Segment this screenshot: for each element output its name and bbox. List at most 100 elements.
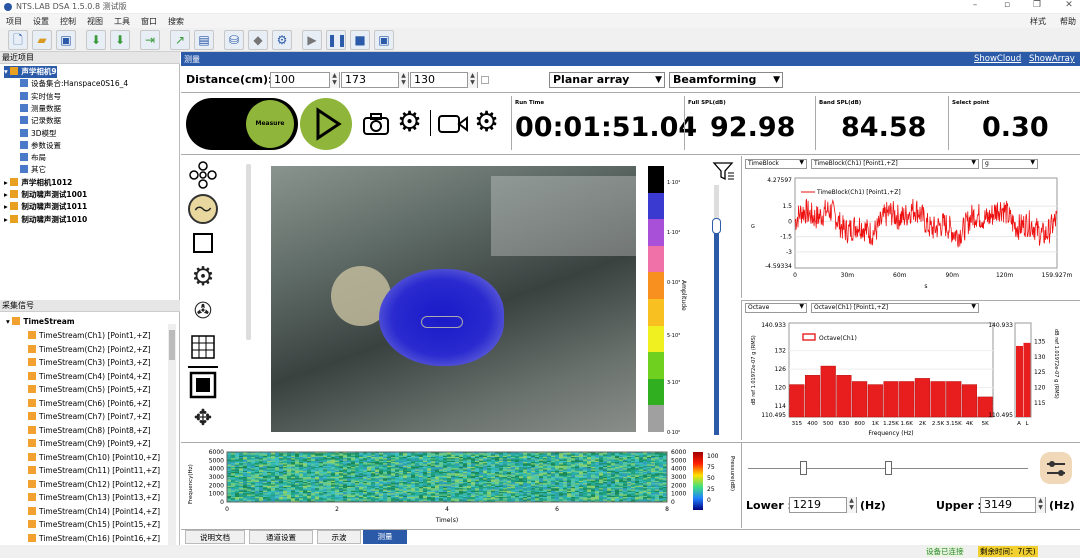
new-file-icon[interactable]: 🗋 (8, 30, 28, 50)
octave-type-select[interactable]: Octave ▼ (745, 303, 807, 313)
signal-list-item[interactable]: TimeStream(Ch16) [Point16,+Z] (28, 533, 160, 545)
signal-list-item[interactable]: TimeStream(Ch10) [Point10,+Z] (28, 452, 160, 464)
project-tree-child[interactable]: 实时信号 (20, 91, 61, 103)
timeblock-channel-select[interactable]: TimeBlock(Ch1) [Point1,+Z] ▼ (811, 159, 979, 169)
spectrogram-chart[interactable]: Frequency(Hz)6000 60005000 50004000 4000300… (183, 446, 739, 528)
show-array-link[interactable]: ShowArray (1029, 54, 1075, 64)
signal-list-item[interactable]: TimeStream(Ch4) [Point4,+Z] (28, 371, 151, 383)
camera-view[interactable] (271, 166, 636, 432)
project-tree-child[interactable]: 3D模型 (20, 128, 57, 140)
band-upper-handle[interactable] (885, 461, 892, 475)
signal-list-item[interactable]: TimeStream(Ch14) [Point14,+Z] (28, 506, 160, 518)
show-cloud-link[interactable]: ShowCloud (974, 54, 1021, 64)
distance-x-spinner[interactable]: ▲ ▼ (329, 72, 339, 88)
minimize-icon[interactable]: – (968, 0, 982, 12)
open-folder-icon[interactable]: ▰ (32, 30, 52, 50)
signal-list-item[interactable]: TimeStream(Ch8) [Point8,+Z] (28, 425, 151, 437)
menu-view[interactable]: 视图 (87, 16, 103, 27)
start-button[interactable] (300, 98, 352, 150)
signal-root[interactable]: ▾ TimeStream (6, 316, 75, 328)
signal-list-item[interactable]: TimeStream(Ch15) [Point15,+Z] (28, 519, 160, 531)
rectangle-select-icon[interactable] (188, 228, 218, 258)
project-tree-child[interactable]: 测量数据 (20, 103, 61, 115)
restore-icon[interactable]: ❐ (1030, 0, 1044, 12)
threshold-slider-thumb[interactable] (712, 218, 721, 234)
photo-settings-gear-icon[interactable]: ⚙ (397, 107, 422, 137)
export-icon[interactable]: ⬇ (110, 30, 130, 50)
project-tree-node[interactable]: ▸ 制动啸声测试1001 (4, 189, 87, 201)
algorithm-select[interactable]: Beamforming ▼ (669, 72, 783, 88)
array-type-select[interactable]: Planar array ▼ (549, 72, 665, 88)
view-settings-gear-icon[interactable]: ⚙ (188, 262, 218, 292)
measure-toggle[interactable]: Measure (186, 98, 298, 150)
move-icon[interactable]: ✥ (188, 404, 218, 434)
record-save-icon[interactable]: ▣ (374, 30, 394, 50)
save-icon[interactable]: ▣ (56, 30, 76, 50)
signal-list-item[interactable]: TimeStream(Ch12) [Point12,+Z] (28, 479, 160, 491)
lower-freq-spinner[interactable]: ▲ ▼ (846, 497, 856, 513)
menu-help[interactable]: 帮助 (1060, 16, 1076, 27)
waveform-icon[interactable]: 〜 (188, 194, 218, 224)
signal-list-item[interactable]: TimeStream(Ch1) [Point1,+Z] (28, 330, 151, 342)
menu-settings[interactable]: 设置 (33, 16, 49, 27)
camera-icon[interactable] (362, 110, 390, 144)
fit-view-icon[interactable] (188, 370, 218, 400)
tool-scrollbar[interactable] (246, 164, 251, 340)
exit-icon[interactable]: ⇥ (140, 30, 160, 50)
timeblock-chart[interactable]: 4.27597-4.593341.50-1.5-30 30m 60m 90m 120m 1… (745, 172, 1080, 296)
play-icon[interactable]: ▶ (302, 30, 322, 50)
chart-icon[interactable]: ↗ (170, 30, 190, 50)
tab-measure[interactable]: 测量 (363, 530, 407, 544)
band-settings-icon[interactable] (1040, 452, 1072, 484)
octave-chart[interactable]: 140.933110.495132126120114315 400 500 630 80… (745, 315, 1080, 440)
stop-icon[interactable]: ■ (350, 30, 370, 50)
eraser-icon[interactable]: ◆ (248, 30, 268, 50)
project-tree-child[interactable]: 其它 (20, 164, 46, 176)
octave-channel-select[interactable]: Octave(Ch1) [Point1,+Z] ▼ (811, 303, 979, 313)
signal-list-item[interactable]: TimeStream(Ch2) [Point2,+Z] (28, 344, 151, 356)
menu-project[interactable]: 项目 (6, 16, 22, 27)
project-tree-child[interactable]: 记录数据 (20, 115, 61, 127)
signal-list-item[interactable]: TimeStream(Ch11) [Point11,+Z] (28, 465, 160, 477)
scrollbar-thumb[interactable] (169, 330, 175, 360)
project-tree-node[interactable]: ▸ 制动啸声测试1011 (4, 201, 87, 213)
filter-icon[interactable] (712, 160, 736, 184)
fan-icon[interactable]: ✇ (188, 297, 218, 327)
maximize-icon[interactable]: ▫ (1000, 0, 1014, 12)
timeblock-unit-select[interactable]: g ▼ (982, 159, 1038, 169)
microphone-array-icon[interactable] (188, 160, 218, 190)
menu-control[interactable]: 控制 (60, 16, 76, 27)
menu-tools[interactable]: 工具 (114, 16, 130, 27)
tab-docs[interactable]: 说明文档 (185, 530, 245, 544)
project-tree-child[interactable]: 参数设置 (20, 140, 61, 152)
project-tree-node[interactable]: ▸ 制动啸声测试1010 (4, 214, 87, 226)
signal-list-item[interactable]: TimeStream(Ch5) [Point5,+Z] (28, 384, 151, 396)
band-lower-handle[interactable] (800, 461, 807, 475)
distance-y-spinner[interactable]: ▲ ▼ (398, 72, 408, 88)
signal-scrollbar[interactable] (168, 324, 176, 558)
upper-freq-spinner[interactable]: ▲ ▼ (1035, 497, 1045, 513)
menu-skin[interactable]: 样式 (1030, 16, 1046, 27)
settings-gear-icon[interactable]: ⚙ (272, 30, 292, 50)
grid-icon[interactable] (188, 332, 218, 362)
project-tree-child[interactable]: 布局 (20, 152, 46, 164)
distance-checkbox[interactable] (481, 76, 489, 84)
database-icon[interactable]: ⛁ (224, 30, 244, 50)
signal-list-item[interactable]: TimeStream(Ch7) [Point7,+Z] (28, 411, 151, 423)
signal-list-item[interactable]: TimeStream(Ch6) [Point6,+Z] (28, 398, 151, 410)
tab-oscilloscope[interactable]: 示波 (317, 530, 361, 544)
tab-channel-settings[interactable]: 通道设置 (249, 530, 313, 544)
import-icon[interactable]: ⬇ (86, 30, 106, 50)
video-camera-icon[interactable] (437, 110, 469, 140)
signal-list-item[interactable]: TimeStream(Ch3) [Point3,+Z] (28, 357, 151, 369)
video-settings-gear-icon[interactable]: ⚙ (474, 107, 499, 137)
timeblock-type-select[interactable]: TimeBlock ▼ (745, 159, 807, 169)
project-tree-child[interactable]: 设备集合:Hanspace0S16_4 (20, 78, 128, 90)
distance-z-spinner[interactable]: ▲ ▼ (467, 72, 477, 88)
report-icon[interactable]: ▤ (194, 30, 214, 50)
pause-icon[interactable]: ❚❚ (326, 30, 347, 50)
signal-list-item[interactable]: TimeStream(Ch13) [Point13,+Z] (28, 492, 160, 504)
menu-window[interactable]: 窗口 (141, 16, 157, 27)
project-tree-node[interactable]: ▸ 声学相机1012 (4, 177, 72, 189)
signal-list-item[interactable]: TimeStream(Ch9) [Point9,+Z] (28, 438, 151, 450)
